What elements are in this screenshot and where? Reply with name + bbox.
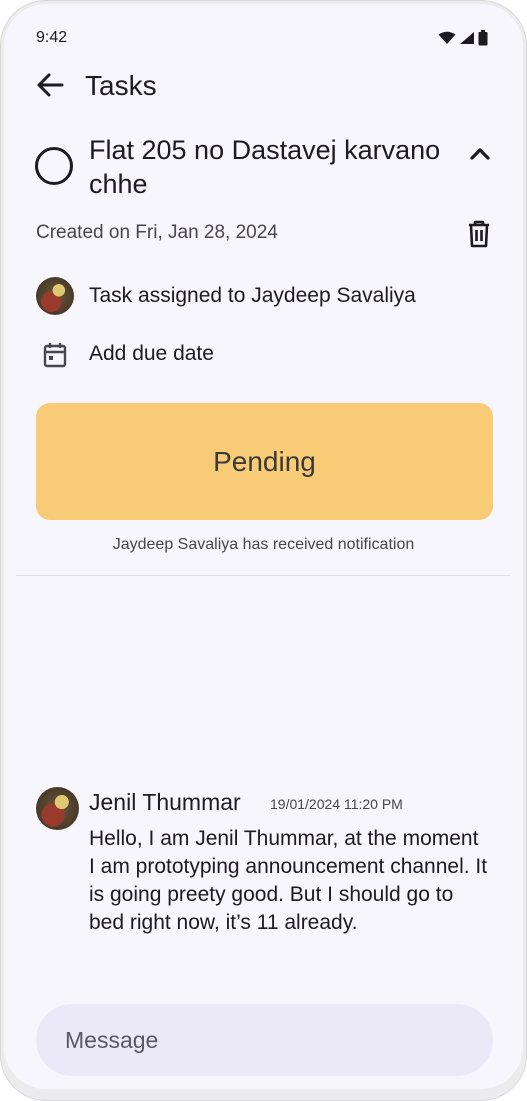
- message-avatar: [36, 787, 79, 830]
- assigned-to: Task assigned to Jaydeep Savaliya: [89, 284, 416, 307]
- screen: 9:42 Tasks Flat 205 no Dastavej karvano …: [4, 4, 523, 1089]
- avatar: [36, 277, 74, 315]
- phone-frame: 9:42 Tasks Flat 205 no Dastavej karvano …: [0, 0, 527, 1101]
- status-button[interactable]: Pending: [36, 403, 493, 520]
- created-date: Created on Fri, Jan 28, 2024: [36, 222, 278, 243]
- signal-icon: [460, 32, 474, 44]
- task-complete-checkbox[interactable]: [35, 147, 73, 185]
- message-author: Jenil Thummar: [89, 789, 241, 815]
- status-time: 9:42: [36, 29, 68, 46]
- calendar-icon[interactable]: [41, 340, 69, 370]
- trash-icon[interactable]: [464, 218, 494, 250]
- status-icons: [438, 30, 488, 46]
- message-text: Hello, I am Jenil Thummar, at the moment…: [89, 827, 488, 934]
- chevron-up-icon[interactable]: [466, 140, 494, 168]
- message-input[interactable]: [36, 1004, 493, 1076]
- task-title: Flat 205 no Dastavej karvano chhe: [89, 135, 441, 199]
- add-due-date-button[interactable]: Add due date: [89, 342, 214, 366]
- divider: [16, 575, 511, 576]
- notification-text: Jaydeep Savaliya has received notificati…: [112, 536, 415, 553]
- battery-icon: [478, 30, 488, 46]
- page-title: Tasks: [85, 70, 157, 101]
- message-timestamp: 19/01/2024 11:20 PM: [270, 796, 403, 812]
- wifi-icon: [438, 31, 456, 44]
- back-arrow-icon[interactable]: [34, 69, 66, 101]
